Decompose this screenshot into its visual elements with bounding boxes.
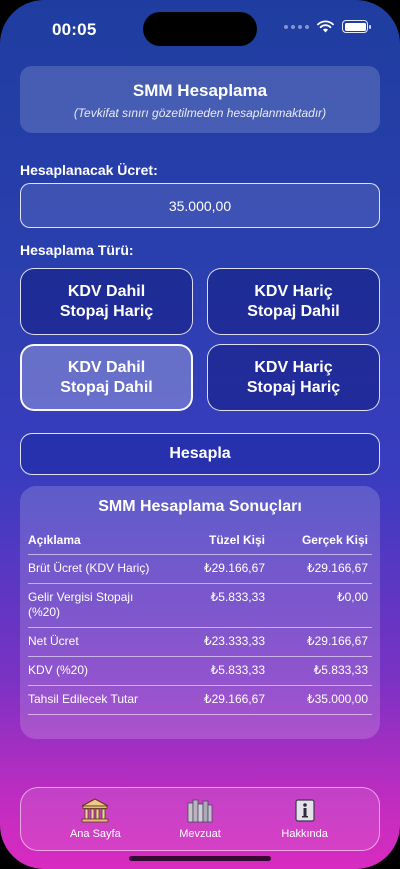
tab-about[interactable]: Hakkında [265,798,345,840]
table-row: Brüt Ücret (KDV Hariç) ₺29.166,67 ₺29.16… [28,555,372,584]
home-indicator [129,856,271,861]
row-label: Net Ücret [28,634,79,648]
row-individual-value: ₺5.833,33 [313,663,368,677]
battery-icon [342,20,371,33]
books-icon [187,799,213,823]
results-card: SMM Hesaplama Sonuçları Açıklama Tüzel K… [20,486,380,739]
table-row: Tahsil Edilecek Tutar ₺29.166,67 ₺35.000… [28,686,372,715]
row-individual-value: ₺29.166,67 [306,634,368,648]
results-table: Açıklama Tüzel Kişi Gerçek Kişi Brüt Ücr… [28,533,372,715]
table-header: Açıklama Tüzel Kişi Gerçek Kişi [28,533,372,555]
calc-type-label: Hesaplama Türü: [20,242,134,258]
header-legal-entity: Tüzel Kişi [208,533,265,547]
dynamic-island [143,12,257,46]
row-legal-value: ₺5.833,33 [210,590,265,604]
option-kdv-dahil-stopaj-haric[interactable]: KDV Dahil Stopaj Hariç [20,268,193,335]
row-individual-value: ₺0,00 [337,590,368,604]
status-bar: 00:05 [0,0,400,58]
header-individual: Gerçek Kişi [301,533,368,547]
wifi-icon [317,20,334,33]
tab-home[interactable]: Ana Sayfa [55,798,135,840]
amount-label: Hesaplanacak Ücret: [20,162,158,178]
page-title: SMM Hesaplama [132,81,268,100]
row-legal-value: ₺5.833,33 [210,663,265,677]
row-label: KDV (%20) [28,663,89,677]
option-kdv-dahil-stopaj-dahil[interactable]: KDV Dahil Stopaj Dahil [20,344,193,411]
row-label: Brüt Ücret (KDV Hariç) [28,561,150,575]
amount-input[interactable] [20,183,380,228]
app-screen: 00:05 SMM Hesaplama (Tevkifat sınırı göz… [0,0,400,869]
page-subtitle: (Tevkifat sınırı gözetilmeden hesaplanma… [73,106,327,120]
status-icons [284,20,371,33]
table-row: KDV (%20) ₺5.833,33 ₺5.833,33 [28,657,372,686]
tab-legislation-label: Mevzuat [179,828,221,840]
status-time: 00:05 [52,20,97,39]
bank-icon [81,798,109,823]
calculate-button[interactable]: Hesapla [20,433,380,475]
bottom-tab-bar: Ana Sayfa Mevzuat Hakkında [20,787,380,851]
cellular-signal-icon [284,24,309,29]
table-row: Gelir Vergisi Stopajı (%20) ₺5.833,33 ₺0… [28,584,372,628]
row-legal-value: ₺23.333,33 [203,634,265,648]
row-individual-value: ₺35.000,00 [306,692,368,706]
header-card: SMM Hesaplama (Tevkifat sınırı gözetilme… [20,66,380,133]
header-description: Açıklama [28,533,81,547]
row-legal-value: ₺29.166,67 [203,561,265,575]
option-kdv-haric-stopaj-haric[interactable]: KDV Hariç Stopaj Hariç [207,344,380,411]
info-icon [295,799,315,822]
results-title: SMM Hesaplama Sonuçları [98,498,302,515]
table-row: Net Ücret ₺23.333,33 ₺29.166,67 [28,628,372,657]
option-kdv-haric-stopaj-dahil[interactable]: KDV Hariç Stopaj Dahil [207,268,380,335]
tab-legislation[interactable]: Mevzuat [160,798,240,840]
row-label: Gelir Vergisi Stopajı (%20) [28,590,134,619]
row-label: Tahsil Edilecek Tutar [28,692,139,706]
tab-home-label: Ana Sayfa [69,828,121,840]
row-individual-value: ₺29.166,67 [306,561,368,575]
tab-about-label: Hakkında [281,828,328,840]
row-legal-value: ₺29.166,67 [203,692,265,706]
